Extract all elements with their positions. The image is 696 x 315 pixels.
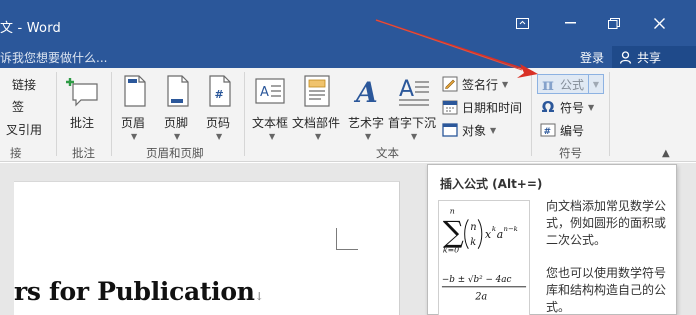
annotation-arrow: [375, 19, 538, 78]
